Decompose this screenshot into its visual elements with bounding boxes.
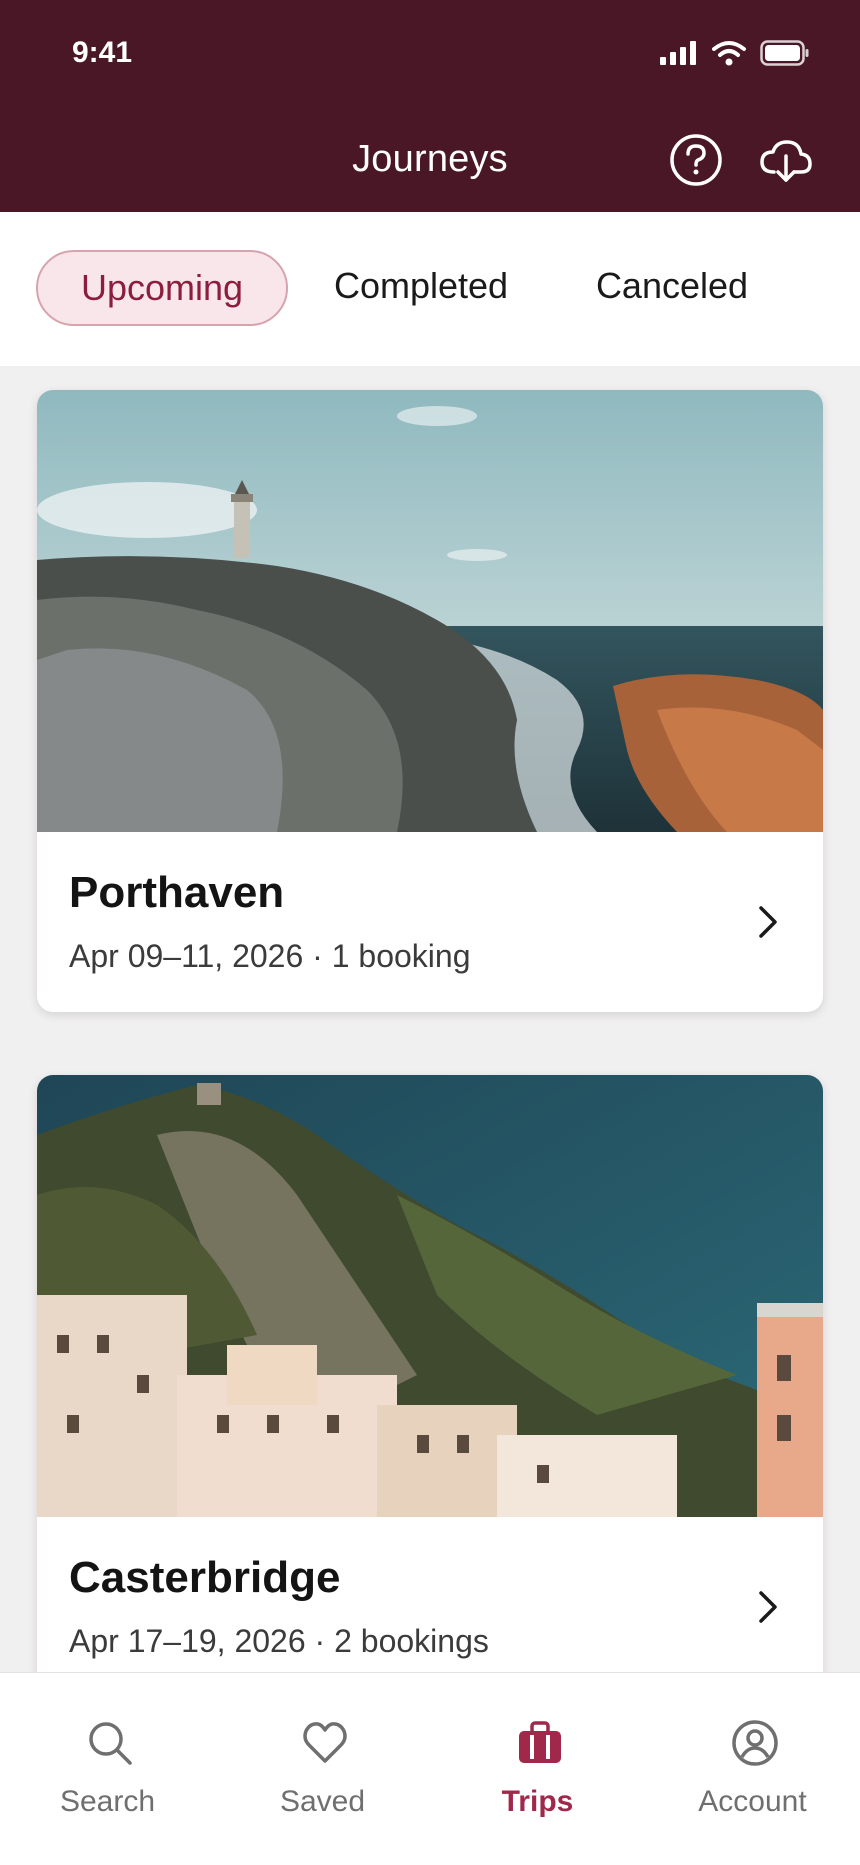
tab-canceled[interactable]: Canceled <box>580 250 764 322</box>
cloud-download-icon <box>760 140 812 182</box>
nav-label: Search <box>59 1785 156 1818</box>
nav-label: Saved <box>279 1785 366 1818</box>
trip-title: Casterbridge <box>69 1553 341 1602</box>
app-header: 9:41 Journeys <box>0 0 860 212</box>
user-circle-icon <box>732 1720 778 1766</box>
suitcase-icon <box>519 1721 561 1763</box>
trip-title: Porthaven <box>69 868 285 917</box>
tab-upcoming[interactable]: Upcoming <box>36 250 288 326</box>
nav-account[interactable]: Account <box>645 1673 860 1865</box>
heart-icon <box>303 1722 347 1763</box>
trip-dates-bookings: Apr 17–19, 2026 · 2 bookings <box>69 1623 489 1659</box>
nav-saved[interactable]: Saved <box>215 1673 430 1865</box>
signal-icon <box>660 41 696 65</box>
search-icon <box>89 1722 132 1765</box>
help-button[interactable] <box>668 132 724 188</box>
trip-card-casterbridge[interactable]: Casterbridge Apr 17–19, 2026 · 2 booking… <box>37 1075 823 1715</box>
tab-completed[interactable]: Completed <box>320 250 522 322</box>
status-time: 9:41 <box>72 36 133 69</box>
battery-icon <box>760 40 809 66</box>
bottom-navigation: Search Saved Trips Account <box>0 1672 860 1865</box>
status-icons <box>660 40 810 66</box>
trip-dates-bookings: Apr 09–11, 2026 · 1 booking <box>69 938 471 974</box>
trip-photo-hillside-village <box>37 1075 823 1517</box>
nav-label: Account <box>698 1785 807 1818</box>
chevron-right-icon <box>759 906 777 938</box>
nav-search[interactable]: Search <box>0 1673 215 1865</box>
trip-card-porthaven[interactable]: Porthaven Apr 09–11, 2026 · 1 booking <box>37 390 823 1012</box>
trip-status-tabs: Upcoming Completed Canceled <box>0 212 860 366</box>
help-circle-icon <box>670 134 722 186</box>
page-title: Journeys <box>352 138 508 180</box>
nav-trips[interactable]: Trips <box>430 1673 645 1865</box>
wifi-icon <box>712 41 746 66</box>
download-button[interactable] <box>758 132 814 188</box>
chevron-right-icon <box>759 1591 777 1623</box>
nav-label: Trips <box>501 1785 574 1818</box>
trip-photo-coastal-lighthouse <box>37 390 823 832</box>
